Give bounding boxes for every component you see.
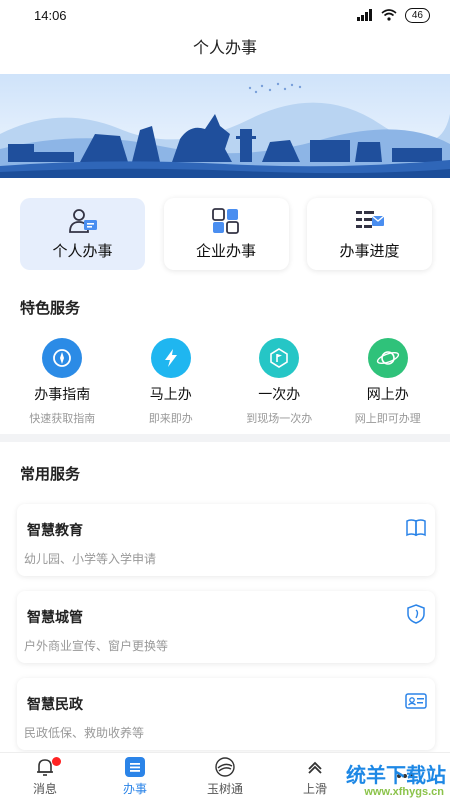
tab-label: 消息 xyxy=(32,782,57,796)
tab-label: 玉树通 xyxy=(206,782,243,796)
service-card-title: 智慧民政 xyxy=(27,696,83,712)
tab-label: 上滑 xyxy=(302,782,327,796)
service-card-civil[interactable]: 智慧民政 民政低保、救助收养等 xyxy=(17,678,435,750)
feature-guide[interactable]: 办事指南 快速获取指南 xyxy=(10,338,115,426)
feature-once[interactable]: 一次办 到现场一次办 xyxy=(227,338,332,426)
service-card-title: 智慧教育 xyxy=(27,522,83,538)
tab-affairs[interactable]: 办事 xyxy=(90,753,180,800)
feature-subtitle: 到现场一次办 xyxy=(246,413,313,425)
service-card-education[interactable]: 智慧教育 幼儿园、小学等入学申请 xyxy=(17,504,435,576)
grid-apps-icon xyxy=(212,207,239,234)
id-card-icon xyxy=(405,693,427,709)
service-card-subtitle: 民政低保、救助收养等 xyxy=(24,726,145,740)
chevron-up-icon xyxy=(308,761,322,774)
quick-tab-enterprise[interactable]: 企业办事 xyxy=(163,198,289,270)
tab-yushutong[interactable]: 玉树通 xyxy=(180,753,270,800)
flag-icon xyxy=(259,338,300,378)
feature-title: 办事指南 xyxy=(34,386,91,402)
status-bar: 14:06 46 xyxy=(0,0,450,30)
book-icon xyxy=(406,519,426,537)
emblem-icon xyxy=(215,757,235,777)
feature-subtitle: 网上即可办理 xyxy=(354,413,421,425)
watermark-url: www.xfhygs.cn xyxy=(364,786,444,798)
quick-tab-label: 办事进度 xyxy=(339,242,400,260)
status-time: 14:06 xyxy=(34,7,67,23)
service-card-urban[interactable]: 智慧城管 户外商业宣传、窗户更换等 xyxy=(17,591,435,663)
quick-tab-label: 个人办事 xyxy=(52,242,113,260)
banner-image xyxy=(0,74,450,178)
page-title: 个人办事 xyxy=(192,40,257,57)
feature-subtitle: 即来即办 xyxy=(148,413,193,425)
battery-indicator: 46 xyxy=(404,7,430,23)
status-icons: 46 xyxy=(356,7,430,23)
feature-online[interactable]: 网上办 网上即可办理 xyxy=(335,338,440,426)
shield-icon xyxy=(407,604,425,624)
feature-title: 网上办 xyxy=(366,386,409,402)
lightning-icon xyxy=(150,338,191,378)
service-card-subtitle: 户外商业宣传、窗户更换等 xyxy=(24,639,169,653)
notification-badge xyxy=(52,757,61,766)
feature-title: 马上办 xyxy=(149,386,192,402)
wifi-icon xyxy=(381,9,397,21)
tab-messages[interactable]: 消息 xyxy=(0,753,90,800)
featured-section-title: 特色服务 xyxy=(20,300,81,317)
quick-tab-label: 企业办事 xyxy=(195,242,256,260)
feature-title: 一次办 xyxy=(258,386,301,402)
progress-mail-icon xyxy=(355,210,384,228)
service-card-title: 智慧城管 xyxy=(27,609,83,625)
feature-instant[interactable]: 马上办 即来即办 xyxy=(118,338,223,426)
person-card-icon xyxy=(68,208,97,233)
planet-icon xyxy=(367,338,408,378)
feature-subtitle: 快速获取指南 xyxy=(29,413,96,425)
service-card-subtitle: 幼儿园、小学等入学申请 xyxy=(24,552,157,566)
menu-icon xyxy=(125,757,145,777)
watermark-text: 统羊下载站 xyxy=(346,765,446,787)
quick-tab-progress[interactable]: 办事进度 xyxy=(307,198,432,270)
signal-icon xyxy=(356,9,372,21)
common-section-title: 常用服务 xyxy=(20,466,81,483)
tab-label: 办事 xyxy=(122,782,147,796)
quick-tabs: 个人办事 企业办事 办事进度 xyxy=(20,198,432,270)
section-divider xyxy=(0,434,450,442)
compass-icon xyxy=(42,338,83,378)
featured-services: 办事指南 快速获取指南 马上办 即来即办 一次办 到现场一次办 网上办 网上即可… xyxy=(0,338,450,426)
quick-tab-personal[interactable]: 个人办事 xyxy=(20,198,145,270)
